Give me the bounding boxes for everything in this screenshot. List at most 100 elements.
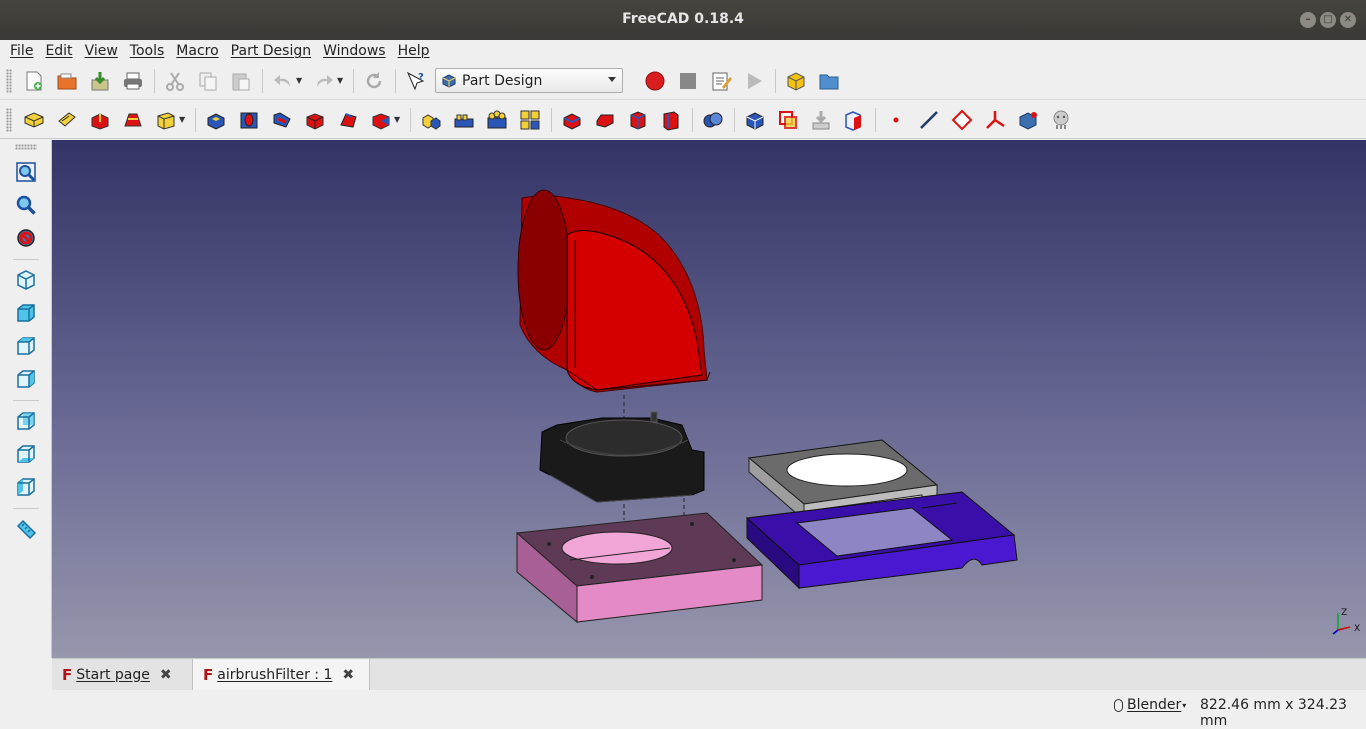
create-sketch-icon[interactable]: [53, 106, 81, 134]
3d-viewport[interactable]: Z X: [52, 140, 1366, 658]
menu-help[interactable]: Help: [392, 43, 436, 59]
record-macro-icon[interactable]: [641, 67, 669, 95]
main-toolbar: ▼ ▼ ? Part Design: [0, 62, 1366, 100]
undo-dropdown-icon[interactable]: ▼: [296, 76, 304, 85]
edit-macro-icon[interactable]: [707, 67, 735, 95]
part-create-body-icon[interactable]: [782, 67, 810, 95]
execute-macro-icon[interactable]: [740, 67, 768, 95]
navigation-style-label: Blender: [1127, 697, 1182, 713]
fillet-icon[interactable]: [558, 106, 586, 134]
freecad-icon: F: [62, 665, 73, 684]
minimize-icon[interactable]: –: [1300, 12, 1316, 28]
redo-icon[interactable]: [310, 67, 338, 95]
menu-windows[interactable]: Windows: [317, 43, 392, 59]
toolbar-grip[interactable]: [6, 68, 12, 93]
hole-icon[interactable]: [235, 106, 263, 134]
tab-label: Start page: [76, 666, 150, 683]
shape-binder-icon[interactable]: [774, 106, 802, 134]
datum-plane-icon[interactable]: [152, 106, 180, 134]
view-fit-all-icon[interactable]: [12, 158, 40, 186]
whats-this-icon[interactable]: ?: [402, 67, 430, 95]
open-document-icon[interactable]: [53, 67, 81, 95]
draw-style-icon[interactable]: [12, 224, 40, 252]
red-elbow-part[interactable]: [517, 189, 711, 393]
menu-macro[interactable]: Macro: [170, 43, 224, 59]
polar-pattern-icon[interactable]: [483, 106, 511, 134]
sprocket-icon[interactable]: [840, 106, 868, 134]
view-left-icon[interactable]: [12, 473, 40, 501]
pad-icon[interactable]: [86, 106, 114, 134]
save-document-icon[interactable]: [86, 67, 114, 95]
maximize-icon[interactable]: □: [1320, 12, 1336, 28]
close-icon[interactable]: ✕: [1340, 12, 1356, 28]
boolean-icon[interactable]: [699, 106, 727, 134]
view-front-icon[interactable]: [12, 299, 40, 327]
view-toolbar: [0, 140, 52, 658]
black-ring-part[interactable]: [539, 411, 705, 503]
undo-icon[interactable]: [269, 67, 297, 95]
refresh-icon[interactable]: [360, 67, 388, 95]
datum-point-icon[interactable]: [882, 106, 910, 134]
navigation-style-button[interactable]: Blender ▾: [1114, 697, 1186, 713]
pink-base-part[interactable]: [515, 512, 764, 624]
additive-loft-icon[interactable]: [334, 106, 362, 134]
pocket-icon[interactable]: [202, 106, 230, 134]
create-group-icon[interactable]: [815, 67, 843, 95]
copy-icon[interactable]: [194, 67, 222, 95]
document-tabbar: F Start page ✖ F airbrushFilter : 1 ✖: [52, 658, 1366, 690]
create-body-icon[interactable]: [20, 106, 48, 134]
sub-shape-binder-icon[interactable]: [1014, 106, 1042, 134]
additive-primitive-icon[interactable]: [301, 106, 329, 134]
measure-icon[interactable]: [12, 515, 40, 543]
stop-macro-icon[interactable]: [674, 67, 702, 95]
subtractive-primitive-icon[interactable]: [367, 106, 395, 134]
menu-view[interactable]: View: [79, 43, 124, 59]
blue-base-part[interactable]: [745, 491, 1018, 590]
multi-transform-icon[interactable]: [516, 106, 544, 134]
view-top-icon[interactable]: [12, 332, 40, 360]
draft-icon[interactable]: [624, 106, 652, 134]
toolbar-grip[interactable]: [6, 107, 12, 132]
view-rear-icon[interactable]: [12, 407, 40, 435]
3d-scene: Z X: [515, 189, 1360, 635]
local-coordinate-system-icon[interactable]: [981, 106, 1009, 134]
close-tab-icon[interactable]: ✖: [342, 667, 354, 683]
axis-indicator: Z X: [1332, 608, 1360, 635]
view-dimensions: 822.46 mm x 324.23 mm: [1200, 697, 1347, 729]
toolbar-separator: [154, 68, 155, 93]
view-isometric-icon[interactable]: [12, 266, 40, 294]
cut-icon[interactable]: [161, 67, 189, 95]
clone-icon[interactable]: [1047, 106, 1075, 134]
workbench-select[interactable]: Part Design: [435, 68, 623, 93]
chamfer-icon[interactable]: [591, 106, 619, 134]
redo-dropdown-icon[interactable]: ▼: [337, 76, 345, 85]
thickness-icon[interactable]: [657, 106, 685, 134]
toolbar-separator: [410, 107, 411, 132]
menu-edit[interactable]: Edit: [39, 43, 78, 59]
menu-part-design[interactable]: Part Design: [225, 43, 317, 59]
datum-plane-diamond-icon[interactable]: [948, 106, 976, 134]
import-icon[interactable]: [807, 106, 835, 134]
groove-icon[interactable]: [268, 106, 296, 134]
mirrored-icon[interactable]: [417, 106, 445, 134]
primitive-dropdown-icon[interactable]: ▼: [394, 115, 402, 124]
tab-start-page[interactable]: F Start page ✖: [52, 659, 190, 690]
menu-file[interactable]: File: [4, 43, 39, 59]
paste-icon[interactable]: [227, 67, 255, 95]
menu-tools[interactable]: Tools: [124, 43, 171, 59]
datum-dropdown-icon[interactable]: ▼: [179, 115, 187, 124]
toolbar-separator: [551, 107, 552, 132]
print-icon[interactable]: [119, 67, 147, 95]
linear-pattern-icon[interactable]: [450, 106, 478, 134]
close-tab-icon[interactable]: ✖: [160, 667, 172, 683]
tab-airbrush-filter[interactable]: F airbrushFilter : 1 ✖: [192, 659, 370, 690]
migrate-icon[interactable]: [741, 106, 769, 134]
view-bottom-icon[interactable]: [12, 440, 40, 468]
view-fit-selection-icon[interactable]: [12, 191, 40, 219]
datum-line-icon[interactable]: [915, 106, 943, 134]
view-right-icon[interactable]: [12, 365, 40, 393]
revolution-icon[interactable]: [119, 106, 147, 134]
new-document-icon[interactable]: [20, 67, 48, 95]
toolbar-grip[interactable]: [14, 144, 37, 150]
workbench-label: Part Design: [462, 72, 543, 89]
